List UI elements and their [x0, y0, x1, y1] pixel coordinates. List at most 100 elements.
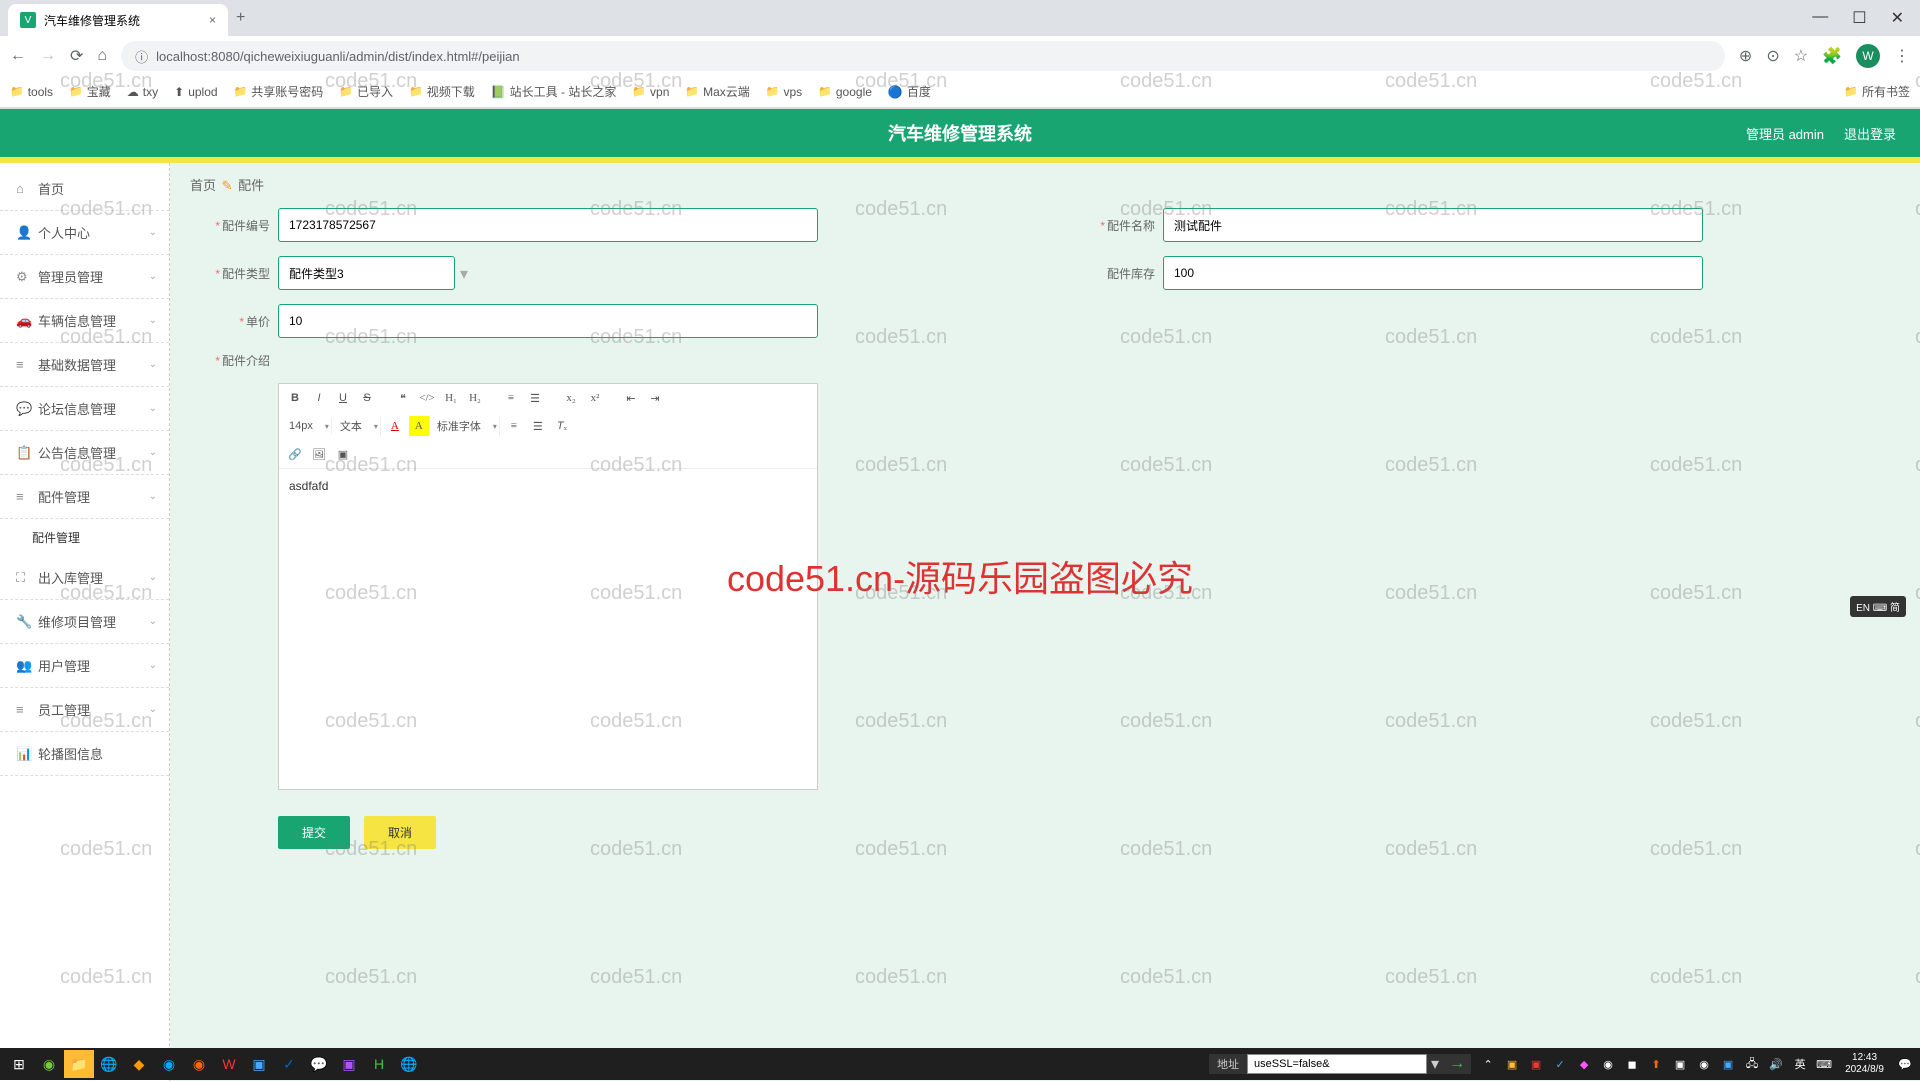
app-icon[interactable]: ✓ [274, 1050, 304, 1078]
bookmark-folder[interactable]: vps [766, 85, 802, 99]
app-icon[interactable]: ◉ [184, 1050, 214, 1078]
sub-icon[interactable]: x₂ [561, 388, 581, 408]
tray-icon[interactable]: ◼ [1621, 1058, 1643, 1071]
sidebar-item-notice[interactable]: 📋公告信息管理⌄ [0, 431, 169, 475]
ol-icon[interactable]: ≡ [501, 388, 521, 408]
lang-indicator[interactable]: 英 [1789, 1056, 1811, 1072]
addr-dropdown-icon[interactable]: ▾ [1427, 1054, 1443, 1074]
tray-icon[interactable]: ▣ [1501, 1058, 1523, 1071]
ul-icon[interactable]: ☰ [525, 388, 545, 408]
bookmark-folder[interactable]: google [818, 85, 872, 99]
italic-icon[interactable]: I [309, 388, 329, 408]
bookmark-folder[interactable]: 视频下载 [409, 83, 475, 100]
indent-icon[interactable]: ⇤ [621, 388, 641, 408]
sidebar-item-staff[interactable]: ≡员工管理⌄ [0, 688, 169, 732]
editor-content[interactable]: asdfafd [279, 469, 817, 789]
sidebar-item-repair[interactable]: 🔧维修项目管理⌄ [0, 600, 169, 644]
start-icon[interactable]: ⊞ [4, 1050, 34, 1078]
sidebar-item-stock[interactable]: ⛶出入库管理⌄ [0, 556, 169, 600]
taskbar-clock[interactable]: 12:43 2024/8/9 [1837, 1052, 1892, 1076]
h1-icon[interactable]: H₁ [441, 388, 461, 408]
tray-icon[interactable]: ▣ [1525, 1058, 1547, 1071]
ime-badge[interactable]: EN ⌨ 简 [1850, 596, 1906, 617]
url-input[interactable]: ⓘ localhost:8080/qicheweixiuguanli/admin… [121, 41, 1725, 71]
taskbar-addr-input[interactable] [1247, 1054, 1427, 1074]
tray-icon[interactable]: ◆ [1573, 1058, 1595, 1071]
align-center-icon[interactable]: ☰ [528, 416, 548, 436]
bookmark-folder[interactable]: 共享账号密码 [234, 83, 324, 100]
tray-icon[interactable]: ◉ [1693, 1058, 1715, 1071]
font-family-select[interactable]: 标准字体 [433, 416, 495, 436]
quote-icon[interactable]: ❝ [393, 388, 413, 408]
sidebar-item-profile[interactable]: 👤个人中心⌄ [0, 211, 169, 255]
sidebar-item-home[interactable]: ⌂首页 [0, 167, 169, 211]
lens-icon[interactable]: ⊙ [1766, 46, 1779, 66]
stock-input[interactable] [1163, 256, 1703, 290]
network-icon[interactable]: 🖧 [1741, 1055, 1763, 1074]
submit-button[interactable]: 提交 [278, 816, 350, 849]
close-window-icon[interactable]: ✕ [1891, 8, 1904, 28]
sidebar-item-forum[interactable]: 💬论坛信息管理⌄ [0, 387, 169, 431]
bookmark-folder[interactable]: Max云端 [685, 83, 749, 100]
bookmark-folder[interactable]: vpn [632, 85, 669, 99]
clear-format-icon[interactable]: Tₓ [552, 416, 572, 436]
menu-icon[interactable]: ⋮ [1894, 46, 1910, 66]
app-icon[interactable]: ▣ [334, 1050, 364, 1078]
new-tab-button[interactable]: + [236, 9, 245, 27]
strike-icon[interactable]: S [357, 388, 377, 408]
sidebar-item-parts[interactable]: ≡配件管理⌄ [0, 475, 169, 519]
underline-icon[interactable]: U [333, 388, 353, 408]
bookmark-folder[interactable]: 已导入 [339, 83, 393, 100]
cancel-button[interactable]: 取消 [364, 816, 436, 849]
extensions-icon[interactable]: 🧩 [1822, 46, 1842, 66]
code-icon[interactable]: </> [417, 388, 437, 408]
chrome2-icon[interactable]: 🌐 [394, 1050, 424, 1078]
bookmark-item[interactable]: ⬆ uplod [174, 85, 217, 99]
text-style-select[interactable]: 文本 [336, 416, 376, 436]
sidebar-item-vehicle[interactable]: 🚗车辆信息管理⌄ [0, 299, 169, 343]
app-icon[interactable]: H [364, 1050, 394, 1078]
sup-icon[interactable]: x² [585, 388, 605, 408]
tray-icon[interactable]: ▣ [1717, 1058, 1739, 1071]
bookmark-item[interactable]: ☁ txy [127, 85, 158, 99]
chrome-icon[interactable]: 🌐 [94, 1050, 124, 1078]
wps-icon[interactable]: W [214, 1050, 244, 1078]
back-icon[interactable]: ← [10, 47, 26, 65]
video-icon[interactable]: ▣ [333, 444, 353, 464]
volume-icon[interactable]: 🔊 [1765, 1058, 1787, 1071]
type-select[interactable] [278, 256, 455, 290]
bookmark-folder[interactable]: tools [10, 85, 53, 99]
ime-icon[interactable]: ⌨ [1813, 1058, 1835, 1071]
name-input[interactable] [1163, 208, 1703, 242]
sublime-icon[interactable]: ◆ [124, 1050, 154, 1078]
outdent-icon[interactable]: ⇥ [645, 388, 665, 408]
tray-icon[interactable]: ⬆ [1645, 1058, 1667, 1071]
sidebar-item-carousel[interactable]: 📊轮播图信息 [0, 732, 169, 776]
font-size-select[interactable]: 14px [285, 418, 327, 434]
edge-icon[interactable]: ◉ [154, 1050, 184, 1078]
notifications-icon[interactable]: 💬 [1894, 1058, 1916, 1071]
reload-icon[interactable]: ⟳ [70, 46, 83, 66]
logout-link[interactable]: 退出登录 [1844, 124, 1896, 143]
all-bookmarks[interactable]: 所有书签 [1844, 83, 1910, 100]
admin-label[interactable]: 管理员 admin [1746, 124, 1824, 143]
forward-icon[interactable]: → [40, 47, 56, 65]
bookmark-item[interactable]: 🔵 百度 [888, 83, 931, 100]
app-icon[interactable]: ◉ [34, 1050, 64, 1078]
explorer-icon[interactable]: 📁 [64, 1050, 94, 1078]
tray-icon[interactable]: ▣ [1669, 1058, 1691, 1071]
home-icon[interactable]: ⌂ [97, 47, 107, 65]
sidebar-item-users[interactable]: 👥用户管理⌄ [0, 644, 169, 688]
align-left-icon[interactable]: ≡ [504, 416, 524, 436]
minimize-icon[interactable]: — [1812, 8, 1828, 28]
bg-color-icon[interactable]: A [409, 416, 429, 436]
translate-icon[interactable]: ⊕ [1739, 46, 1752, 66]
price-input[interactable] [278, 304, 818, 338]
maximize-icon[interactable]: ☐ [1852, 8, 1866, 28]
app-icon[interactable]: ▣ [244, 1050, 274, 1078]
bookmark-icon[interactable]: ☆ [1794, 46, 1808, 66]
profile-avatar[interactable]: W [1856, 44, 1880, 68]
tray-icon[interactable]: ◉ [1597, 1058, 1619, 1071]
sidebar-sub-parts[interactable]: 配件管理 [0, 519, 169, 556]
bookmark-folder[interactable]: 宝藏 [69, 83, 111, 100]
